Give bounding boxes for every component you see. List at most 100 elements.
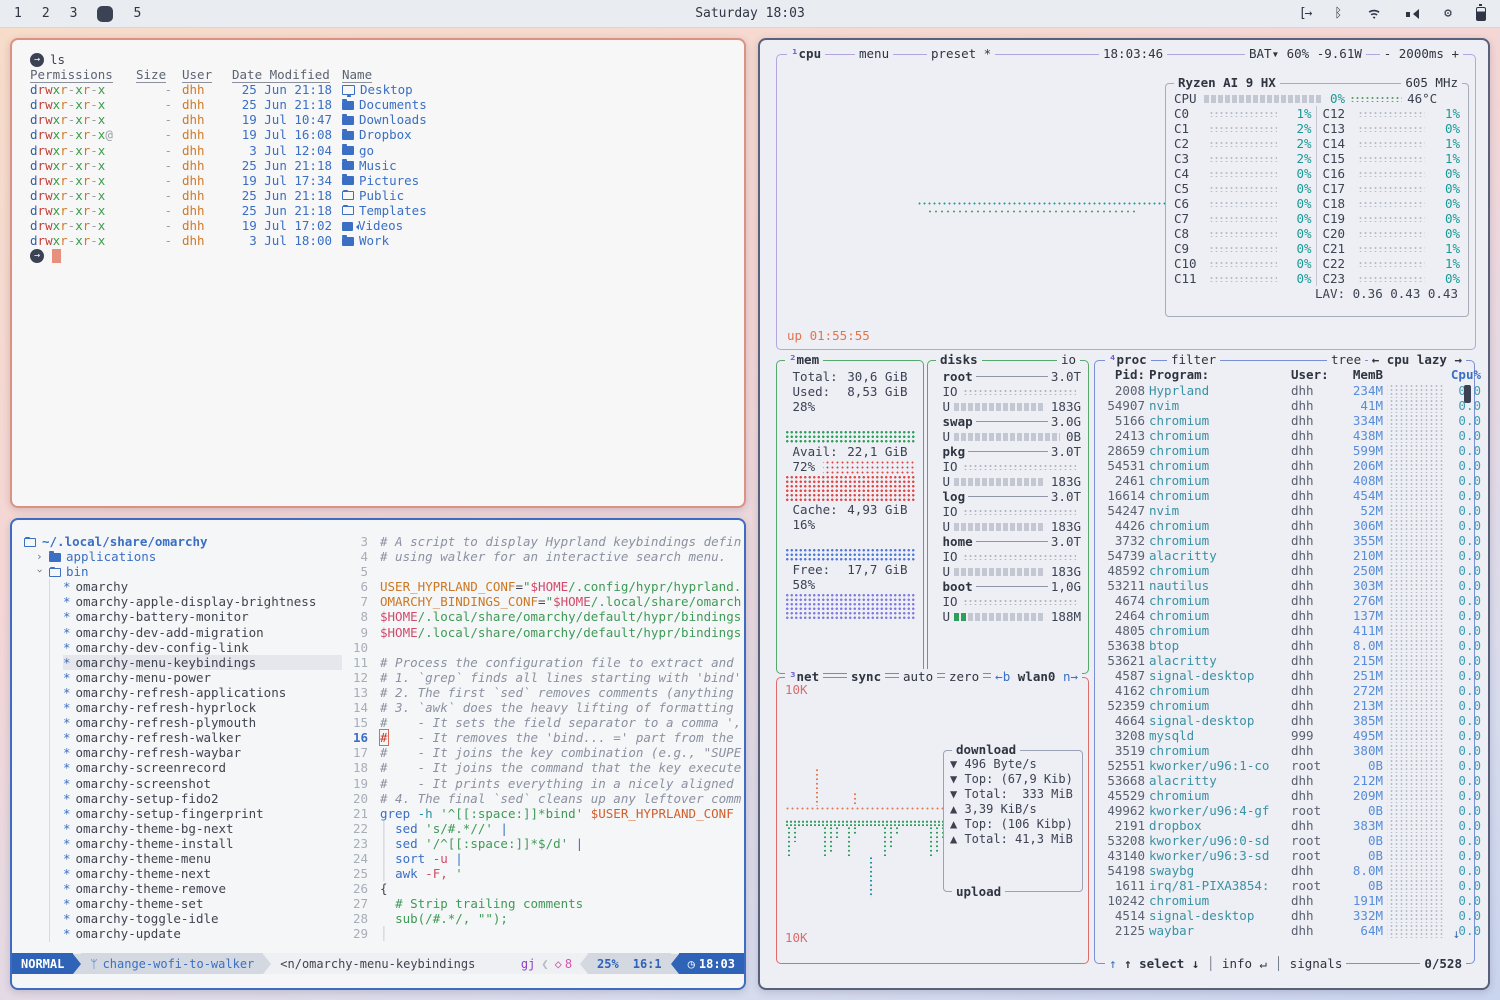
neovim-window[interactable]: ~/.local/share/omarchy›applications›bin*… xyxy=(10,518,746,990)
tree-item[interactable]: *omarchy-theme-next xyxy=(63,866,342,881)
terminal-window-ls[interactable]: → ls PermissionsSizeUserDate ModifiedNam… xyxy=(10,38,746,508)
proc-cell[interactable]: nvim xyxy=(1149,503,1287,518)
proc-footer[interactable]: ↑ ↑ select ↓ │ info ↵ │ signals xyxy=(1105,956,1346,971)
proc-cell[interactable]: chromium xyxy=(1149,893,1287,908)
proc-cell[interactable]: chromium xyxy=(1149,593,1287,608)
code-line[interactable]: 25│ awk -F, ' xyxy=(342,866,744,881)
tree-item[interactable]: *omarchy xyxy=(63,579,342,594)
tree-item[interactable]: *omarchy-menu-power xyxy=(63,670,342,685)
code-line[interactable]: 5 xyxy=(342,564,744,579)
code-line[interactable]: 6USER_HYPRLAND_CONF="$HOME/.config/hypr/… xyxy=(342,579,744,594)
tree-item[interactable]: *omarchy-setup-fido2 xyxy=(63,791,342,806)
proc-cell[interactable]: alacritty xyxy=(1149,773,1287,788)
proc-cell[interactable]: swaybg xyxy=(1149,863,1287,878)
code-line[interactable]: 14# 3. `awk` does the heavy lifting of f… xyxy=(342,700,744,715)
proc-filter-button[interactable]: filter xyxy=(1167,352,1220,368)
tab-cpu[interactable]: ¹cpu xyxy=(787,46,825,62)
logout-icon[interactable]: [→ xyxy=(1299,6,1311,22)
system-tray[interactable]: [→ ᛒ ⚙ xyxy=(1299,6,1486,22)
proc-cell[interactable]: chromium xyxy=(1149,743,1287,758)
proc-cell[interactable]: mysqld xyxy=(1149,728,1287,743)
proc-cell[interactable]: alacritty xyxy=(1149,653,1287,668)
wifi-icon[interactable] xyxy=(1366,6,1382,22)
proc-tree-button[interactable]: tree xyxy=(1327,352,1365,368)
tree-item[interactable]: *omarchy-dev-config-link xyxy=(63,640,342,655)
code-line[interactable]: 19# - It prints everything in a nicely a… xyxy=(342,776,744,791)
settings-icon[interactable]: ⚙ xyxy=(1444,6,1452,22)
code-line[interactable]: 8$HOME/.local/share/omarchy/default/hypr… xyxy=(342,609,744,624)
proc-cell[interactable]: chromium xyxy=(1149,518,1287,533)
preset-button[interactable]: preset * xyxy=(927,46,995,62)
tree-item[interactable]: *omarchy-theme-install xyxy=(63,836,342,851)
file-tree[interactable]: ~/.local/share/omarchy›applications›bin*… xyxy=(12,520,342,953)
code-line[interactable]: 24│ sort -u | xyxy=(342,851,744,866)
tree-item[interactable]: *omarchy-refresh-waybar xyxy=(63,745,342,760)
code-line[interactable]: 18# - It joins the command that the key … xyxy=(342,760,744,775)
proc-cell[interactable]: waybar xyxy=(1149,923,1287,938)
tree-item[interactable]: *omarchy-theme-remove xyxy=(63,881,342,896)
code-line[interactable]: 16# - It removes the 'bind... =' part fr… xyxy=(342,730,744,745)
code-line[interactable]: 12# 1. `grep` finds all lines starting w… xyxy=(342,670,744,685)
git-branch[interactable]: ᛘchange-wofi-to-walker xyxy=(81,953,263,974)
proc-cell[interactable]: chromium xyxy=(1149,698,1287,713)
tree-item-selected[interactable]: *omarchy-menu-keybindings xyxy=(63,655,342,670)
tree-item[interactable]: *omarchy-setup-fingerprint xyxy=(63,806,342,821)
code-line[interactable]: 29│ xyxy=(342,926,744,941)
code-line[interactable]: 13# 2. The first `sed` removes comments … xyxy=(342,685,744,700)
proc-cell[interactable]: chromium xyxy=(1149,788,1287,803)
proc-cell[interactable]: chromium xyxy=(1149,623,1287,638)
code-line[interactable]: 9$HOME/.local/share/omarchy/default/hypr… xyxy=(342,625,744,640)
tree-item[interactable]: *omarchy-update xyxy=(63,926,342,941)
proc-cell[interactable]: btop xyxy=(1149,638,1287,653)
proc-cell[interactable]: chromium xyxy=(1149,488,1287,503)
proc-cell[interactable]: signal-desktop xyxy=(1149,668,1287,683)
code-line[interactable]: 26{ xyxy=(342,881,744,896)
btop-window[interactable]: ¹cpu menu preset * 18:03:46 BAT▾ 60% -9.… xyxy=(758,38,1490,990)
code-line[interactable]: 23│ sed '/^[[:space:]]*$/d' | xyxy=(342,836,744,851)
proc-cell[interactable]: chromium xyxy=(1149,428,1287,443)
tree-item[interactable]: *omarchy-refresh-applications xyxy=(63,685,342,700)
code-line[interactable]: 28 sub(/#.*/, ""); xyxy=(342,911,744,926)
tree-item[interactable]: *omarchy-toggle-idle xyxy=(63,911,342,926)
code-line[interactable]: 27 # Strip trailing comments xyxy=(342,896,744,911)
process-table-header[interactable]: Pid: Program: User: MemB Cpu% xyxy=(1101,367,1470,383)
tree-item[interactable]: *omarchy-screenshot xyxy=(63,776,342,791)
proc-cell[interactable]: kworker/u96:3-sd xyxy=(1149,848,1287,863)
tree-item[interactable]: *omarchy-refresh-hyprlock xyxy=(63,700,342,715)
tree-item[interactable]: *omarchy-dev-add-migration xyxy=(63,625,342,640)
tab-mem[interactable]: ²mem xyxy=(785,352,823,368)
proc-cell[interactable]: irq/81-PIXA3854: xyxy=(1149,878,1287,893)
tree-item[interactable]: *omarchy-screenrecord xyxy=(63,760,342,775)
code-line[interactable]: 22│ sed 's/#.*//' | xyxy=(342,821,744,836)
code-line[interactable]: 17# - It joins the key combination (e.g.… xyxy=(342,745,744,760)
tree-item[interactable]: *omarchy-apple-display-brightness xyxy=(63,594,342,609)
bluetooth-icon[interactable]: ᛒ xyxy=(1334,6,1342,22)
proc-cell[interactable]: nautilus xyxy=(1149,578,1287,593)
proc-sort-selector[interactable]: ← cpu lazy → xyxy=(1368,352,1466,368)
proc-cell[interactable]: chromium xyxy=(1149,563,1287,578)
code-line[interactable]: 4# using walker for an interactive searc… xyxy=(342,549,744,564)
tree-item[interactable]: *omarchy-refresh-walker xyxy=(63,730,342,745)
process-table[interactable]: 2008Hyprlanddhh234M0.054907nvimdhh41M0.0… xyxy=(1101,383,1470,938)
proc-scrollbar[interactable] xyxy=(1464,385,1471,403)
volume-icon[interactable] xyxy=(1406,6,1420,22)
proc-cell[interactable]: chromium xyxy=(1149,458,1287,473)
update-interval[interactable]: - 2000ms + xyxy=(1380,46,1463,62)
proc-cell[interactable]: chromium xyxy=(1149,413,1287,428)
proc-cell[interactable]: kworker/u96:0-sd xyxy=(1149,833,1287,848)
prompt-line-2[interactable]: → xyxy=(30,248,744,263)
tree-item[interactable]: ›bin xyxy=(36,564,342,579)
code-line[interactable]: 7OMARCHY_BINDINGS_CONF="$HOME/.local/sha… xyxy=(342,594,744,609)
proc-cell[interactable]: chromium xyxy=(1149,443,1287,458)
proc-cell[interactable]: signal-desktop xyxy=(1149,713,1287,728)
tree-item[interactable]: ~/.local/share/omarchy xyxy=(24,534,342,549)
code-line[interactable]: 15# - It sets the field separator to a c… xyxy=(342,715,744,730)
tree-item[interactable]: *omarchy-refresh-plymouth xyxy=(63,715,342,730)
code-line[interactable]: 21grep -h '^[[:space:]]*bind' $USER_HYPR… xyxy=(342,806,744,821)
tree-item[interactable]: *omarchy-battery-monitor xyxy=(63,609,342,624)
code-line[interactable]: 20# 4. The final `sed` cleans up any lef… xyxy=(342,791,744,806)
menu-button[interactable]: menu xyxy=(855,46,893,62)
proc-cell[interactable]: chromium xyxy=(1149,683,1287,698)
tree-item[interactable]: *omarchy-theme-set xyxy=(63,896,342,911)
tree-item[interactable]: *omarchy-theme-menu xyxy=(63,851,342,866)
